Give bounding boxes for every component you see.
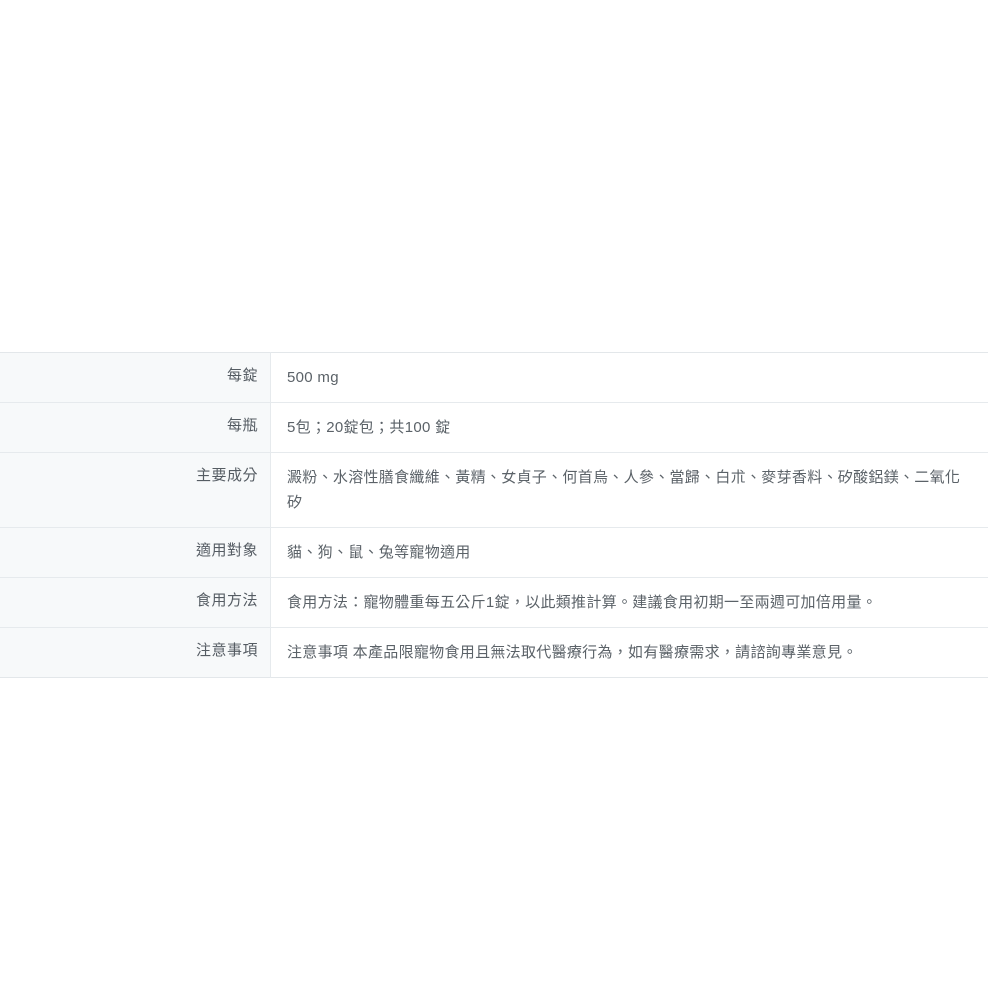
page-root: 每錠 500 mg 每瓶 5包；20錠包；共100 錠 主要成分 澱粉、水溶性膳… bbox=[0, 0, 1000, 1000]
specification-table-body: 每錠 500 mg 每瓶 5包；20錠包；共100 錠 主要成分 澱粉、水溶性膳… bbox=[0, 352, 988, 678]
spec-value-per-tablet: 500 mg bbox=[270, 352, 988, 403]
table-row: 每瓶 5包；20錠包；共100 錠 bbox=[0, 402, 988, 453]
spec-value-notes: 注意事項 本產品限寵物食用且無法取代醫療行為，如有醫療需求，請諮詢專業意見。 bbox=[270, 627, 988, 678]
spec-label-notes: 注意事項 bbox=[0, 627, 271, 678]
spec-value-usage: 食用方法：寵物體重每五公斤1錠，以此類推計算。建議食用初期一至兩週可加倍用量。 bbox=[270, 577, 988, 628]
spec-value-suitable-for: 貓、狗、鼠、兔等寵物適用 bbox=[270, 527, 988, 578]
spec-value-per-bottle: 5包；20錠包；共100 錠 bbox=[270, 402, 988, 453]
table-row: 主要成分 澱粉、水溶性膳食纖維、黃精、女貞子、何首烏、人參、當歸、白朮、麥芽香料… bbox=[0, 452, 988, 528]
table-row: 每錠 500 mg bbox=[0, 352, 988, 403]
spec-label-suitable-for: 適用對象 bbox=[0, 527, 271, 578]
table-row: 食用方法 食用方法：寵物體重每五公斤1錠，以此類推計算。建議食用初期一至兩週可加… bbox=[0, 577, 988, 628]
spec-label-ingredients: 主要成分 bbox=[0, 452, 271, 528]
spec-value-ingredients: 澱粉、水溶性膳食纖維、黃精、女貞子、何首烏、人參、當歸、白朮、麥芽香料、矽酸鋁鎂… bbox=[270, 452, 988, 528]
specification-table: 每錠 500 mg 每瓶 5包；20錠包；共100 錠 主要成分 澱粉、水溶性膳… bbox=[0, 352, 988, 678]
spec-label-usage: 食用方法 bbox=[0, 577, 271, 628]
table-row: 注意事項 注意事項 本產品限寵物食用且無法取代醫療行為，如有醫療需求，請諮詢專業… bbox=[0, 627, 988, 678]
spec-label-per-bottle: 每瓶 bbox=[0, 402, 271, 453]
specification-table-container: 每錠 500 mg 每瓶 5包；20錠包；共100 錠 主要成分 澱粉、水溶性膳… bbox=[0, 352, 988, 678]
spec-label-per-tablet: 每錠 bbox=[0, 352, 271, 403]
table-row: 適用對象 貓、狗、鼠、兔等寵物適用 bbox=[0, 527, 988, 578]
